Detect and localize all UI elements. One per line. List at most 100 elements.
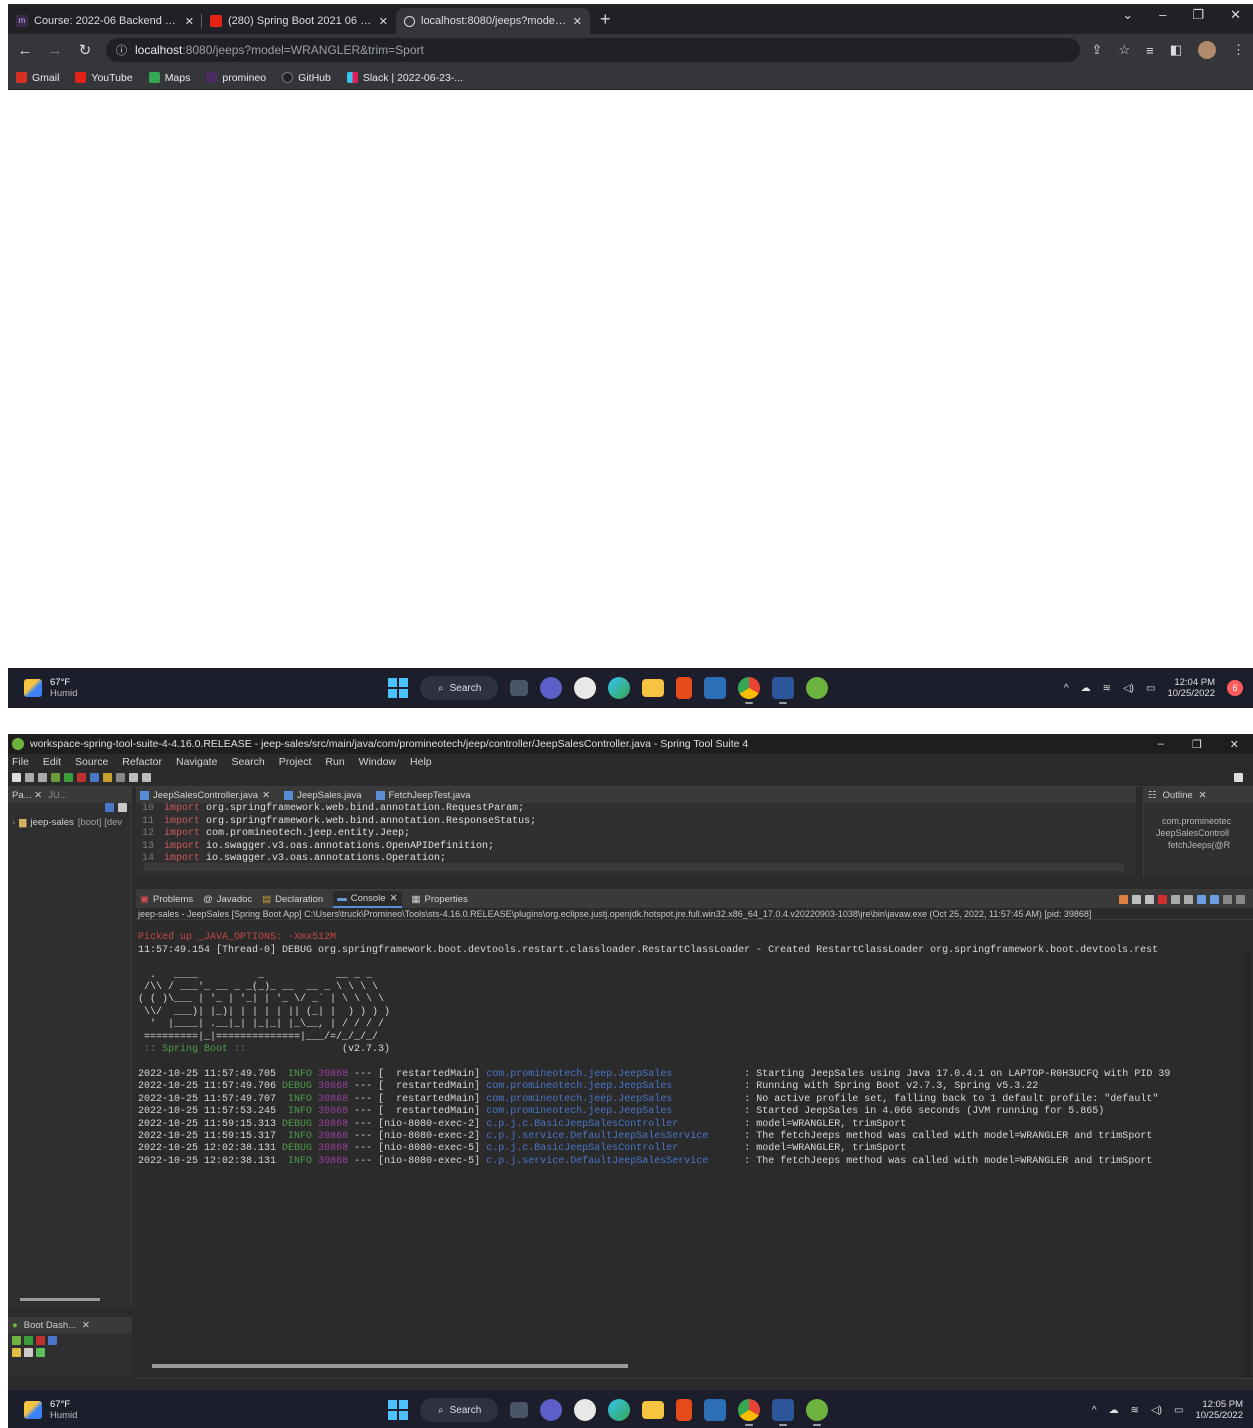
add-icon[interactable] [36,1348,45,1357]
file-explorer-icon[interactable] [642,679,664,697]
bookmark-promineo[interactable]: promineo [206,72,266,84]
menu-navigate[interactable]: Navigate [176,756,217,768]
tab-properties[interactable]: ▦ Properties [412,894,468,905]
menu-edit[interactable]: Edit [43,756,61,768]
editor-tab[interactable]: FetchJeepTest.java [375,790,470,801]
bookmark-gmail[interactable]: Gmail [16,72,59,84]
clock[interactable]: 12:05 PM 10/25/2022 [1195,1399,1243,1421]
chevron-down-icon[interactable]: ⌄ [1122,7,1133,23]
browser-tab-active[interactable]: localhost:8080/jeeps?model=WR ✕ [396,8,590,34]
back-icon[interactable] [129,773,138,782]
new-java-class-icon[interactable] [90,773,99,782]
volume-icon[interactable]: ◁) [1123,683,1134,694]
notification-badge[interactable]: 6 [1227,680,1243,696]
back-icon[interactable]: ← [16,42,34,59]
lightbulb-icon[interactable] [12,1348,21,1357]
bookmark-github[interactable]: GitHub [282,72,331,84]
tab-console[interactable]: ▬ Console ✕ [333,890,402,908]
reading-list-icon[interactable]: ≡ [1146,43,1154,58]
wifi-icon[interactable]: ≋ [1103,683,1111,694]
widgets-icon[interactable] [574,1399,596,1421]
bookmark-slack[interactable]: Slack | 2022-06-23-... [346,72,463,84]
remove-launch-icon[interactable] [1132,894,1141,904]
maximize-icon[interactable] [1236,894,1245,904]
scroll-lock-icon[interactable] [1184,894,1193,904]
scrollbar[interactable] [144,863,1124,871]
word-icon[interactable] [772,1399,794,1426]
console-output[interactable]: Picked up _JAVA_OPTIONS: -Xmx512M 11:57:… [136,920,1253,1181]
star-icon[interactable]: ☆ [1118,42,1130,58]
link-editor-icon[interactable] [118,803,127,812]
outline-item[interactable]: JeepSalesControll [1144,827,1253,839]
menu-help[interactable]: Help [410,756,432,768]
external-tools-icon[interactable] [77,773,86,782]
debug-icon[interactable] [51,773,60,782]
close-icon[interactable]: ✕ [82,1320,90,1331]
restore-icon[interactable]: ❐ [1192,7,1204,23]
volume-icon[interactable]: ◁) [1151,1405,1162,1416]
chevron-up-icon[interactable]: ^ [1092,1405,1097,1416]
more-icon[interactable]: ⋮ [1232,42,1245,58]
pin-console-icon[interactable] [1197,894,1206,904]
side-panel-icon[interactable]: ◧ [1170,42,1182,58]
clock[interactable]: 12:04 PM 10/25/2022 [1167,677,1215,699]
menu-window[interactable]: Window [359,756,396,768]
close-icon[interactable]: ✕ [379,15,388,28]
tab-problems[interactable]: ▣ Problems [140,894,193,905]
edge-icon[interactable] [608,1399,630,1421]
battery-icon[interactable]: ▭ [1174,1405,1183,1416]
scrollbar[interactable] [1245,952,1251,1428]
terminate-icon[interactable] [1119,894,1128,904]
wifi-icon[interactable]: ≋ [1131,1405,1139,1416]
cloud-icon[interactable]: ☁ [1081,683,1091,694]
windows-start-icon[interactable] [388,678,408,698]
scrollbar[interactable] [20,1298,100,1301]
url-input[interactable]: ⓘ localhost:8080/jeeps?model=WRANGLER&tr… [106,38,1080,62]
chrome-icon[interactable] [738,677,760,704]
weather-widget[interactable]: 67°F Humid [8,677,388,699]
tab-outline[interactable]: Outline [1163,790,1193,801]
save-icon[interactable] [25,773,34,782]
minimize-icon[interactable]: – [1159,7,1166,23]
spring-tool-suite-icon[interactable] [806,677,828,699]
menu-project[interactable]: Project [279,756,312,768]
minimize-icon[interactable]: – [1158,738,1164,751]
taskbar-search[interactable]: ⌕ Search [420,676,498,700]
outline-item[interactable]: com.promineotec [1144,815,1253,827]
project-tree-item[interactable]: › ▆ jeep-sales [boot] [dev [8,817,131,828]
browser-tab[interactable]: m Course: 2022-06 Backend Softwa ✕ [8,8,202,34]
minimize-icon[interactable] [1223,894,1232,904]
clear-console-icon[interactable] [1171,894,1180,904]
word-icon[interactable] [772,677,794,704]
tab-package-explorer[interactable]: Pa... ✕ [12,790,42,801]
tab-boot-dashboard[interactable]: Boot Dash... [24,1320,76,1331]
ms-store-icon[interactable] [704,1399,726,1421]
browser-tab[interactable]: (280) Spring Boot 2021 06 REST ✕ [202,8,396,34]
ms-store-icon[interactable] [704,677,726,699]
filter-icon[interactable] [24,1348,33,1357]
menu-source[interactable]: Source [75,756,108,768]
share-icon[interactable]: ⇪ [1092,42,1103,58]
editor-tab[interactable]: JeepSales.java [284,790,362,801]
collapse-all-icon[interactable] [105,803,114,812]
info-icon[interactable]: ⓘ [116,42,127,58]
save-all-icon[interactable] [38,773,47,782]
stop-icon[interactable] [1158,894,1167,904]
restore-icon[interactable]: ❐ [1192,738,1202,751]
menu-refactor[interactable]: Refactor [122,756,162,768]
close-icon[interactable]: ✕ [185,15,194,28]
close-window-icon[interactable]: ✕ [1230,738,1239,751]
run-icon[interactable] [64,773,73,782]
start-icon[interactable] [12,1336,21,1345]
menu-file[interactable]: File [12,756,29,768]
tab-declaration[interactable]: ▤ Declaration [262,894,323,905]
task-view-icon[interactable] [510,680,528,696]
open-type-icon[interactable] [103,773,112,782]
taskbar-search[interactable]: ⌕ Search [420,1398,498,1422]
new-tab-button[interactable]: + [590,9,621,34]
remove-all-icon[interactable] [1145,894,1154,904]
code-area[interactable]: 10 import org.springframework.web.bind.an… [136,803,1136,866]
avatar[interactable] [1198,41,1216,59]
close-window-icon[interactable]: ✕ [1230,7,1241,23]
forward-icon[interactable] [142,773,151,782]
